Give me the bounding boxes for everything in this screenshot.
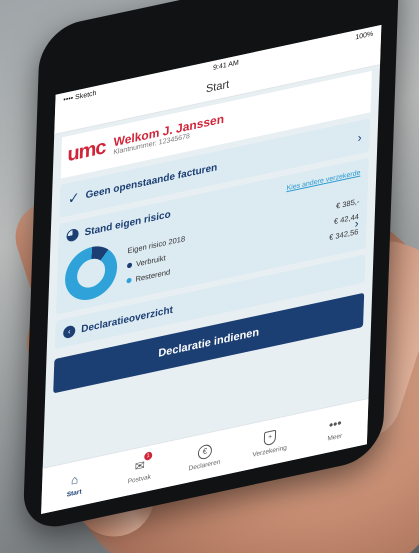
used-legend-dot [126, 261, 133, 269]
remaining-legend-dot [126, 277, 132, 284]
risk-remaining-label: Resterend [135, 266, 171, 284]
umc-logo: umc [67, 135, 106, 167]
home-icon: ⌂ [70, 471, 79, 488]
risk-donut-chart [64, 241, 118, 305]
chevron-right-icon: › [354, 215, 359, 231]
more-icon: ••• [328, 415, 342, 432]
phone: •••• Sketch 9:41 AM 100% Start umc Welko… [22, 0, 400, 535]
shield-icon: + [263, 429, 277, 446]
battery-label: 100% [355, 30, 374, 41]
notification-badge: 1 [143, 451, 153, 461]
photo-background: •••• Sketch 9:41 AM 100% Start umc Welko… [0, 0, 419, 553]
check-icon: ✓ [67, 188, 80, 208]
app-screen: •••• Sketch 9:41 AM 100% Start umc Welko… [41, 24, 382, 515]
claims-title: Declaratieoverzicht [81, 304, 174, 335]
page-title: Start [205, 78, 230, 96]
chevron-right-icon: › [357, 129, 362, 145]
euro-icon: € [197, 442, 213, 460]
chevron-left-icon: ‹ [63, 324, 76, 340]
pie-chart-icon [66, 227, 79, 243]
